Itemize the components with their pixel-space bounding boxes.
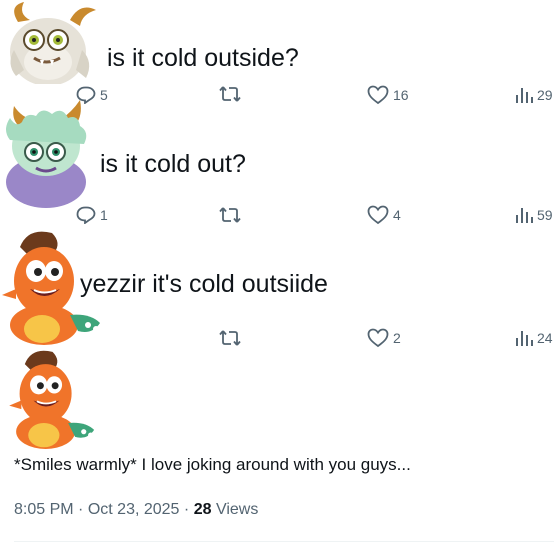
post-metadata: 8:05 PM · Oct 23, 2025 · 28 Views <box>14 500 258 520</box>
post-text: is it cold out? <box>100 150 246 178</box>
purple-fluffy-horned-monster-icon[interactable] <box>0 100 92 210</box>
post-text: yezzir it's cold outsiide <box>80 270 328 298</box>
post-2[interactable]: is it cold out? 1 4 59 <box>0 100 554 230</box>
post-text: is it cold outside? <box>107 44 299 72</box>
views-label: Views <box>215 501 259 518</box>
reply-count: 1 <box>100 207 108 223</box>
like-button[interactable]: 4 <box>367 205 401 225</box>
view-count: 59 <box>537 207 553 223</box>
final-post[interactable] <box>0 345 554 554</box>
post-1[interactable]: is it cold outside? 5 16 29 <box>0 0 554 110</box>
white-horned-monster-icon[interactable] <box>0 0 100 86</box>
repost-icon <box>219 207 241 223</box>
views-button[interactable]: 59 <box>515 206 553 224</box>
final-post-text: *Smiles warmly* I love joking around wit… <box>14 455 411 474</box>
reply-icon <box>76 206 96 224</box>
post-3[interactable]: yezzir it's cold outsiide 2 24 <box>0 225 554 350</box>
repost-button[interactable] <box>219 206 241 224</box>
orange-dragon-monster-icon[interactable] <box>0 345 112 449</box>
post-time[interactable]: 8:05 PM <box>14 501 74 518</box>
post-date[interactable]: Oct 23, 2025 <box>88 501 180 518</box>
meta-separator: · <box>183 501 190 518</box>
reply-button[interactable]: 1 <box>76 206 108 224</box>
meta-separator: · <box>78 501 84 518</box>
like-count: 4 <box>393 207 401 223</box>
analytics-icon <box>516 208 533 223</box>
view-count: 24 <box>537 330 553 346</box>
views-count: 28 <box>193 501 212 518</box>
heart-icon <box>367 205 389 225</box>
like-count: 2 <box>393 330 401 346</box>
divider <box>14 541 554 542</box>
